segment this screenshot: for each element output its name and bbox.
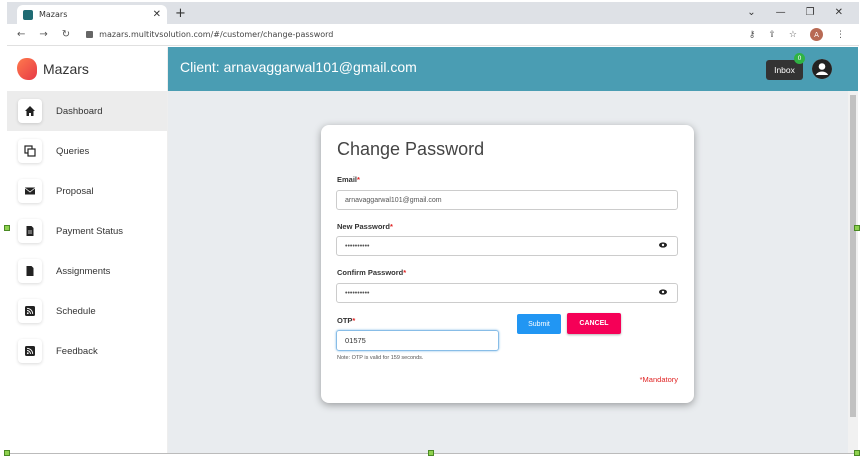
submit-button[interactable]: Submit [517,314,561,334]
sidebar-item-label: Dashboard [56,105,103,117]
favicon-icon [23,9,33,20]
close-window-button[interactable]: ✕ [835,7,843,18]
scrollbar-thumb[interactable] [850,95,856,417]
user-icon[interactable] [810,57,834,81]
app-frame: Mazars ✕ + ⌄ — ❐ ✕ ← → ↻ mazars.multitvs… [0,0,864,459]
resize-handle[interactable] [4,225,10,231]
sidebar-item-label: Assignments [56,265,111,277]
file-solid-icon [18,259,42,283]
page-scrollbar[interactable] [848,91,858,453]
sidebar-item-feedback[interactable]: Feedback [7,331,167,371]
browser-tabbar: Mazars ✕ + ⌄ — ❐ ✕ [7,2,859,24]
sidebar: Mazars Dashboard Queries Proposal Paymen… [7,47,168,453]
sidebar-item-schedule[interactable]: Schedule [7,291,167,331]
back-icon[interactable]: ← [17,29,25,40]
sidebar-item-proposal[interactable]: Proposal [7,171,167,211]
sidebar-item-label: Feedback [56,345,98,357]
email-field[interactable]: arnavaggarwal101@gmail.com [336,190,678,210]
new-password-label: New Password* [337,222,393,231]
email-label: Email* [337,175,360,184]
otp-field[interactable]: 01575 [336,330,499,351]
resize-handle[interactable] [4,450,10,456]
window-controls: ⌄ — ❐ ✕ [747,7,843,18]
brand[interactable]: Mazars [7,47,167,91]
resize-handle[interactable] [428,450,434,456]
otp-note: Note: OTP is valid for 159 seconds. [337,355,424,361]
copy-icon [18,139,42,163]
client-email-heading: Client: arnavaggarwal101@gmail.com [180,59,417,75]
restore-button[interactable]: ❐ [806,7,815,18]
sidebar-item-queries[interactable]: Queries [7,131,167,171]
rss-icon [18,339,42,363]
menu-dots-icon[interactable]: ⋮ [836,30,845,40]
url-text: mazars.multitvsolution.com/#/customer/ch… [99,30,334,39]
forward-icon[interactable]: → [39,29,47,40]
reload-icon[interactable]: ↻ [62,29,70,40]
browser-tools: ⚷ ⇪ ☆ A ⋮ [749,28,845,41]
nav-buttons: ← → ↻ [17,29,70,40]
sidebar-item-assignments[interactable]: Assignments [7,251,167,291]
sidebar-item-label: Payment Status [56,225,124,237]
change-password-card: Change Password Email* arnavaggarwal101@… [321,125,694,403]
sidebar-item-label: Queries [56,145,90,157]
tab-close-icon[interactable]: ✕ [153,9,161,20]
top-header: Client: arnavaggarwal101@gmail.com Inbox… [168,47,858,91]
resize-handle[interactable] [854,450,860,456]
home-icon [18,99,42,123]
minimize-button[interactable]: — [776,7,786,18]
file-icon [18,219,42,243]
cancel-button[interactable]: CANCEL [567,313,621,334]
otp-label: OTP* [337,316,356,325]
star-icon[interactable]: ☆ [789,30,797,40]
sidebar-item-dashboard[interactable]: Dashboard [7,91,167,131]
brand-name: Mazars [43,61,89,77]
envelope-icon [18,179,42,203]
profile-avatar[interactable]: A [810,28,823,41]
address-bar: ← → ↻ mazars.multitvsolution.com/#/custo… [7,24,859,46]
tab-title: Mazars [39,10,68,19]
rss-icon [18,299,42,323]
confirm-password-field[interactable]: •••••••••• [336,283,678,303]
page-title: Change Password [337,139,485,159]
tab-search-icon[interactable]: ⌄ [747,7,755,18]
eye-icon[interactable] [659,289,667,295]
browser-tab[interactable]: Mazars ✕ [17,5,167,24]
confirm-password-label: Confirm Password* [337,268,407,277]
new-password-field[interactable]: •••••••••• [336,236,678,256]
lock-icon [86,31,94,38]
share-icon[interactable]: ⇪ [768,30,776,40]
new-tab-button[interactable]: + [175,6,186,21]
eye-icon[interactable] [659,242,667,248]
brand-logo-icon [17,58,37,80]
sidebar-item-label: Proposal [56,185,94,197]
url-field[interactable]: mazars.multitvsolution.com/#/customer/ch… [86,30,333,39]
mandatory-note: *Mandatory [639,375,678,384]
inbox-count-badge: 0 [794,53,805,64]
sidebar-item-payment-status[interactable]: Payment Status [7,211,167,251]
resize-handle[interactable] [854,225,860,231]
sidebar-item-label: Schedule [56,305,96,317]
key-icon[interactable]: ⚷ [749,30,756,40]
